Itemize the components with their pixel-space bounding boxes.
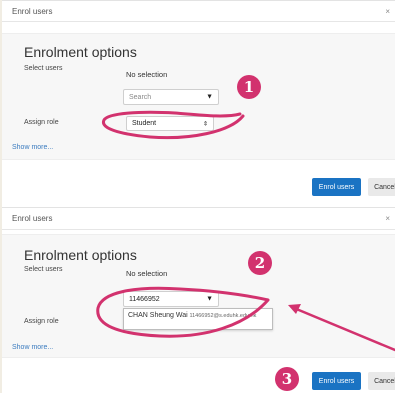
enrolment-options-section: Enrolment options Select users No select… xyxy=(2,33,395,160)
assign-role-select[interactable]: Student ⇕ xyxy=(126,116,214,131)
enrolment-options-section: Enrolment options Select users No select… xyxy=(2,234,395,358)
user-suggestion-list: CHAN Sheung Wai 11466952@s.eduhk.edu.hk xyxy=(123,308,273,330)
select-users-label: Select users xyxy=(24,65,63,72)
dropdown-arrow-icon[interactable]: ▼ xyxy=(206,94,213,101)
cancel-button[interactable]: Cancel xyxy=(368,372,395,390)
user-suggestion-item[interactable]: CHAN Sheung Wai 11466952@s.eduhk.edu.hk xyxy=(128,312,268,319)
show-more-link[interactable]: Show more... xyxy=(12,344,53,351)
dropdown-arrow-icon[interactable]: ▼ xyxy=(206,296,213,303)
enrol-users-button[interactable]: Enrol users xyxy=(312,178,361,196)
section-heading: Enrolment options xyxy=(24,44,137,60)
assign-role-label: Assign role xyxy=(24,119,59,126)
step-1-badge: 1 xyxy=(237,75,261,99)
enrol-users-dialog-1: Enrol users × Enrolment options Select u… xyxy=(2,0,395,208)
suggestion-email: 11466952@s.eduhk.edu.hk xyxy=(189,313,257,319)
divider xyxy=(2,229,395,230)
close-icon[interactable]: × xyxy=(385,214,390,223)
select-users-value: No selection xyxy=(126,70,168,79)
enrol-users-button[interactable]: Enrol users xyxy=(312,372,361,390)
select-users-label: Select users xyxy=(24,266,63,273)
select-users-value: No selection xyxy=(126,269,168,278)
enrol-users-dialog-2: Enrol users × Enrolment options Select u… xyxy=(2,207,395,393)
select-updown-icon: ⇕ xyxy=(202,121,208,127)
divider xyxy=(2,21,395,22)
step-2-badge: 2 xyxy=(248,251,272,275)
assign-role-label: Assign role xyxy=(24,318,59,325)
close-icon[interactable]: × xyxy=(385,7,390,16)
search-value: 11466952 xyxy=(129,295,160,303)
search-users-input[interactable]: Search ▼ xyxy=(123,89,219,105)
dialog-title: Enrol users xyxy=(12,7,53,16)
search-users-input[interactable]: 11466952 ▼ xyxy=(123,291,219,307)
step-3-badge: 3 xyxy=(275,367,299,391)
assign-role-value: Student xyxy=(132,120,157,127)
section-heading: Enrolment options xyxy=(24,247,137,263)
cancel-button[interactable]: Cancel xyxy=(368,178,395,196)
suggestion-name: CHAN Sheung Wai xyxy=(128,312,188,319)
show-more-link[interactable]: Show more... xyxy=(12,144,53,151)
dialog-title: Enrol users xyxy=(12,214,53,223)
search-placeholder: Search xyxy=(129,93,152,101)
